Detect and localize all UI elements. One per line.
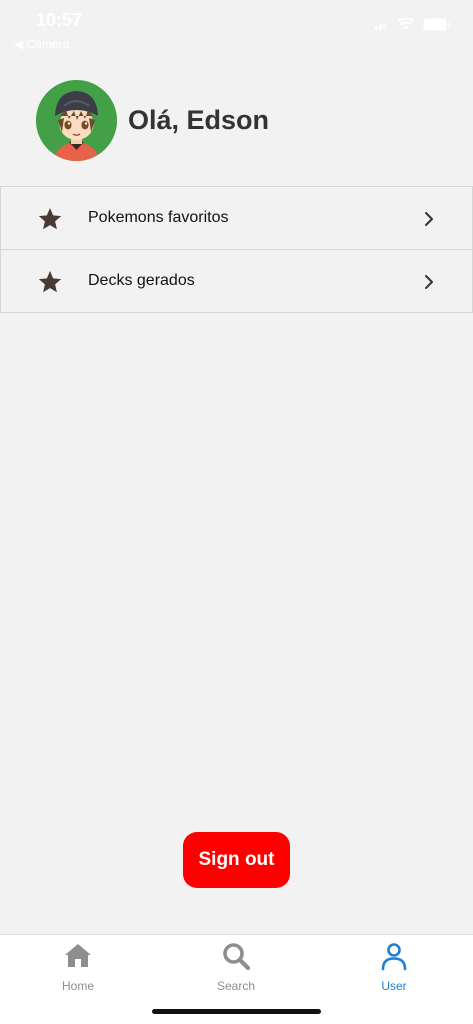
status-bar: 10:57 ◀ Câmera [0, 0, 473, 58]
status-time: 10:57 [36, 10, 83, 30]
home-icon [65, 944, 91, 967]
star-icon [38, 270, 62, 293]
tab-home[interactable]: Home [18, 941, 138, 993]
star-icon [38, 207, 62, 230]
search-icon [223, 943, 251, 971]
wifi-icon [397, 18, 415, 30]
tab-label: Search [216, 979, 256, 993]
signal-icon [375, 22, 386, 30]
menu-item-label: Decks gerados [88, 272, 195, 289]
chevron-right-icon [425, 212, 433, 226]
battery-icon [423, 18, 450, 31]
back-to-camera-link[interactable]: ◀ Câmera [14, 37, 69, 51]
profile-menu: Pokemons favoritos Decks gerados [0, 186, 473, 313]
greeting-title: Olá, Edson [128, 105, 270, 135]
trainer-avatar-icon [36, 80, 117, 161]
avatar[interactable] [36, 80, 117, 161]
user-icon [381, 943, 407, 971]
sign-out-button[interactable]: Sign out [183, 832, 290, 888]
status-icons [375, 18, 451, 31]
menu-item-label: Pokemons favoritos [88, 209, 229, 226]
tab-label: Home [61, 979, 94, 993]
home-indicator[interactable] [152, 1009, 321, 1014]
profile-header: Olá, Edson [36, 80, 269, 161]
menu-item-favorite-pokemons[interactable]: Pokemons favoritos [0, 186, 473, 250]
tab-search[interactable]: Search [176, 941, 296, 993]
tab-label: User [381, 979, 407, 993]
chevron-right-icon [425, 275, 433, 289]
tab-user[interactable]: User [334, 941, 454, 993]
menu-item-generated-decks[interactable]: Decks gerados [0, 249, 473, 313]
